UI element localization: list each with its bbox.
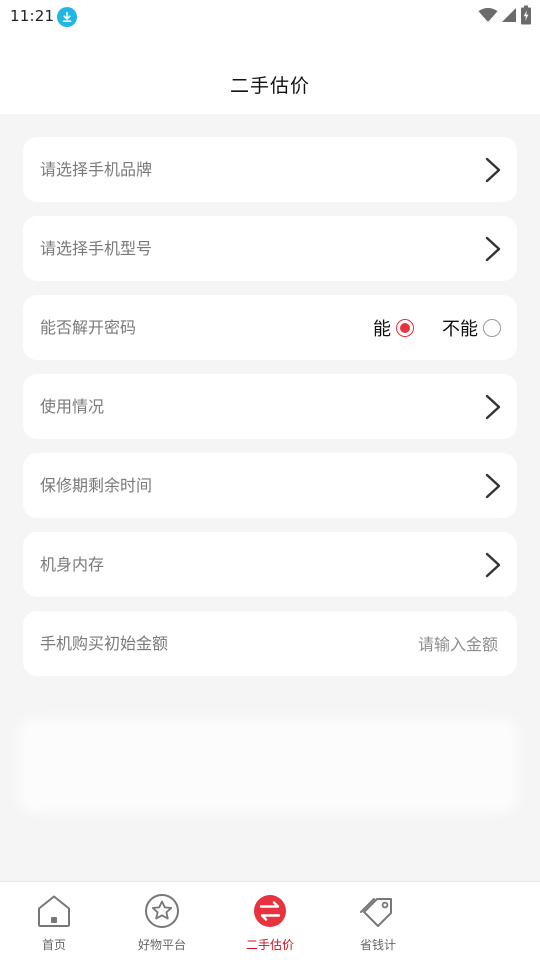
- warranty-label: 保修期剩余时间: [40, 476, 153, 495]
- page-title: 二手估价: [229, 75, 310, 97]
- purchase-price-row: 手机购买初始金额: [23, 611, 517, 676]
- star-icon: [145, 894, 179, 928]
- model-selector[interactable]: 请选择手机型号: [23, 216, 517, 281]
- radio-no-button[interactable]: [483, 318, 501, 337]
- valuation-form: 请选择手机品牌 请选择手机型号 能否解开密码 能 不能 使用情况 保修期剩余时间…: [23, 137, 517, 690]
- tab-home[interactable]: 首页: [0, 882, 108, 960]
- tab-goods-platform-label: 好物平台: [137, 938, 186, 952]
- signal-icon: [502, 8, 516, 22]
- battery-icon: [521, 5, 531, 25]
- system-status-icons: [478, 5, 532, 25]
- download-icon: [57, 7, 77, 27]
- page-header: 二手估价: [0, 34, 540, 114]
- chevron-right-icon: [485, 552, 501, 578]
- warranty-selector[interactable]: 保修期剩余时间: [23, 453, 517, 518]
- status-bar: 11:21: [0, 0, 540, 34]
- unlock-radio-group: 能 不能: [373, 295, 501, 360]
- radio-no-label: 不能: [442, 318, 478, 340]
- chevron-right-icon: [485, 473, 501, 499]
- radio-option-no[interactable]: 不能: [442, 315, 501, 341]
- storage-selector[interactable]: 机身内存: [23, 532, 517, 597]
- tab-home-label: 首页: [41, 938, 66, 952]
- unlock-label: 能否解开密码: [40, 318, 137, 337]
- bottom-tab-bar: 首页 好物平台 二手估价 省钱计: [0, 881, 540, 960]
- tab-valuation-label: 二手估价: [245, 938, 294, 952]
- usage-selector[interactable]: 使用情况: [23, 374, 517, 439]
- exchange-icon: [254, 895, 286, 927]
- home-icon: [38, 895, 70, 927]
- radio-yes-label: 能: [373, 318, 391, 340]
- tab-valuation[interactable]: 二手估价: [216, 882, 324, 960]
- tag-icon: [360, 898, 392, 927]
- usage-label: 使用情况: [40, 397, 105, 416]
- blurred-content: [18, 718, 518, 813]
- status-time: 11:21: [10, 7, 55, 25]
- brand-selector[interactable]: 请选择手机品牌: [23, 137, 517, 202]
- model-label: 请选择手机型号: [40, 239, 153, 258]
- brand-label: 请选择手机品牌: [40, 160, 153, 179]
- chevron-right-icon: [485, 157, 501, 183]
- wifi-icon: [478, 7, 498, 22]
- storage-label: 机身内存: [40, 555, 105, 574]
- chevron-right-icon: [485, 394, 501, 420]
- price-label: 手机购买初始金额: [40, 634, 169, 653]
- chevron-right-icon: [485, 236, 501, 262]
- price-input[interactable]: [346, 629, 500, 659]
- tab-goods-platform[interactable]: 好物平台: [108, 882, 216, 960]
- radio-option-yes[interactable]: 能: [373, 315, 414, 341]
- radio-yes-button[interactable]: [396, 318, 414, 337]
- tab-bar-fade-overlay: [400, 882, 540, 960]
- unlock-password-row: 能否解开密码 能 不能: [23, 295, 517, 360]
